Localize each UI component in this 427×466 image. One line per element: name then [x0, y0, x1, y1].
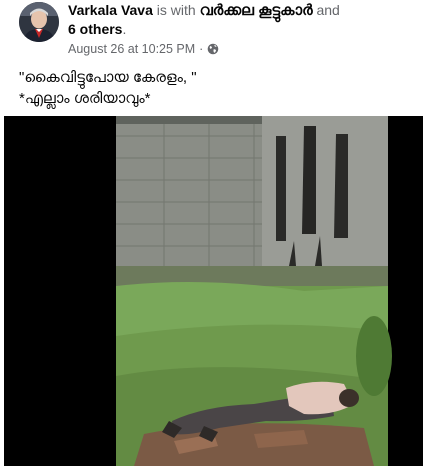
- meta-separator: ·: [199, 42, 204, 56]
- author-name[interactable]: Varkala Vava: [68, 2, 153, 18]
- post-text: "കൈവിട്ടുപോയ കേരളം, " *എല്ലാം ശരിയാവും*: [19, 69, 197, 107]
- and-text: and: [316, 2, 340, 18]
- globe-icon[interactable]: [207, 43, 219, 55]
- video-player[interactable]: [4, 116, 423, 466]
- avatar-image: [19, 2, 59, 42]
- is-with-text: is with: [156, 2, 196, 18]
- author-avatar[interactable]: [19, 2, 59, 42]
- post-meta: August 26 at 10:25 PM ·: [68, 41, 219, 57]
- video-frame: [4, 116, 423, 466]
- group-link[interactable]: വർക്കല കൂട്ടുകാർ: [200, 2, 313, 19]
- author-line: Varkala Vava is with വർക്കല കൂട്ടുകാർ an…: [68, 1, 424, 39]
- period-text: .: [122, 21, 127, 37]
- others-link[interactable]: 6 others: [68, 21, 122, 37]
- post-header: Varkala Vava is with വർക്കല കൂട്ടുകാർ an…: [0, 0, 427, 62]
- post-timestamp[interactable]: August 26 at 10:25 PM: [68, 41, 195, 57]
